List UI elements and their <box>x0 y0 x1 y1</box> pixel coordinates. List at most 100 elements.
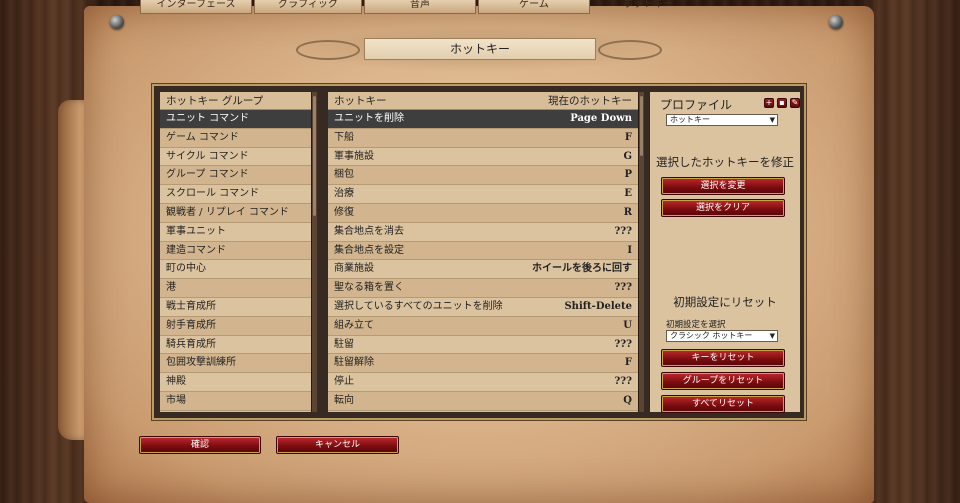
list-item-label: 町の中心 <box>166 263 206 275</box>
copy-profile-icon[interactable]: ▪ <box>777 98 787 108</box>
list-item-hotkey: ホイールを後ろに回す <box>532 263 632 275</box>
edit-profile-icon[interactable]: ✎ <box>790 98 800 108</box>
group-rows: ユニット コマンドゲーム コマンドサイクル コマンド グループ コマンド スクロール… <box>160 110 311 411</box>
list-item[interactable]: 町の中心 <box>160 260 311 280</box>
list-item-label: サイクル コマンド <box>166 150 249 162</box>
hotkey-group-list: ホットキー グループ ユニット コマンド ゲーム コマンド サイクル コマンド グルー… <box>160 92 311 412</box>
list-item-label: 停止 <box>334 376 354 388</box>
list-item-label: 軍事ユニット <box>166 225 226 237</box>
list-item[interactable]: 射手育成所 <box>160 316 311 336</box>
list-item-label: 下船 <box>334 131 354 143</box>
list-item[interactable]: 選択しているすべてのユニットを削除 Shift-Delete <box>328 297 638 317</box>
tab-game[interactable]: ゲーム <box>478 0 590 14</box>
reset-heading: 初期設定にリセット <box>673 295 777 309</box>
profile-select[interactable]: ホットキー ▼ <box>666 114 778 126</box>
list-item-label: 集合地点を消去 <box>334 225 404 237</box>
reset-key-button[interactable]: キーをリセット <box>661 349 785 367</box>
current-hotkey-header-label: 現在のホットキー <box>548 95 632 107</box>
list-item-label: 集合地点を設定 <box>334 244 404 256</box>
default-select-value: クラシック ホットキー <box>670 331 753 340</box>
rivet-icon <box>110 15 124 29</box>
list-item-label: 港 <box>166 282 176 294</box>
list-item[interactable]: 集合地点を消去??? <box>328 222 638 242</box>
tab-hotkeys[interactable]: ホットキー <box>592 0 704 14</box>
list-item-label: グループ コマンド <box>166 169 249 181</box>
default-select[interactable]: クラシック ホットキー ▼ <box>666 330 778 342</box>
list-item[interactable]: 修復 R <box>328 203 638 223</box>
list-item-label: 市場 <box>166 394 186 406</box>
hotkey-list-header: ホットキー 現在のホットキー <box>328 92 638 110</box>
list-item-label: 選択しているすべてのユニットを削除 <box>334 300 503 312</box>
confirm-button[interactable]: 確認 <box>139 436 261 454</box>
list-item[interactable]: 観戦者 / リプレイ コマンド <box>160 203 311 223</box>
list-item-label: 神殿 <box>166 376 186 388</box>
tab-audio[interactable]: 音声 <box>364 0 476 14</box>
list-item-label: 梱包 <box>334 169 354 181</box>
list-item-hotkey: F <box>624 131 632 143</box>
list-item[interactable]: 駐留解除 F <box>328 354 638 374</box>
group-scrollbar[interactable] <box>311 92 317 412</box>
list-item[interactable]: 戦士育成所 <box>160 297 311 317</box>
tab-interface[interactable]: インターフェース <box>140 0 252 14</box>
hotkey-scroll-thumb[interactable] <box>640 96 643 156</box>
list-item-label: スクロール コマンド <box>166 188 260 200</box>
add-profile-icon[interactable]: + <box>764 98 774 108</box>
list-item-hotkey: F <box>624 357 632 369</box>
list-item[interactable]: ユニットを削除 Page Down <box>328 110 638 129</box>
list-item[interactable]: サイクル コマンド <box>160 147 311 167</box>
hotkey-panel: ホットキー グループ ユニット コマンド ゲーム コマンド サイクル コマンド グルー… <box>151 83 807 421</box>
modify-heading: 選択したホットキーを修正 <box>656 155 794 169</box>
list-item[interactable]: 建造コマンド <box>160 241 311 261</box>
list-item-hotkey: ??? <box>614 282 632 294</box>
list-item[interactable]: 騎兵育成所 <box>160 335 311 355</box>
list-item-hotkey: R <box>623 206 632 218</box>
list-item-hotkey: Q <box>623 394 632 406</box>
clear-selection-button[interactable]: 選択をクリア <box>661 199 785 217</box>
change-selection-button[interactable]: 選択を変更 <box>661 177 785 195</box>
list-item[interactable]: 転向 Q <box>328 391 638 411</box>
hotkey-options-pane: プロファイル + ▪ ✎ ホットキー ▼ 選択したホットキーを修正 選択を変更 … <box>650 92 800 413</box>
list-item-hotkey: ??? <box>614 376 632 388</box>
rivet-icon <box>829 15 843 29</box>
list-item[interactable]: ゲーム コマンド <box>160 128 311 148</box>
hotkey-rows: ユニットを削除 Page Down 下船 F 軍事施設 G 梱包 P 治療 E 修復 R 集合地点を消去… <box>328 110 638 411</box>
chevron-down-icon: ▼ <box>769 332 775 340</box>
list-item-hotkey: U <box>623 319 632 331</box>
list-item[interactable]: 集合地点を設定 I <box>328 241 638 261</box>
list-item[interactable]: グループ コマンド <box>160 166 311 186</box>
list-item-label: 駐留 <box>334 338 354 350</box>
list-item[interactable]: スクロール コマンド <box>160 185 311 204</box>
list-item[interactable]: 停止??? <box>328 373 638 392</box>
group-scroll-thumb[interactable] <box>313 96 316 216</box>
reset-group-button[interactable]: グループをリセット <box>661 372 785 390</box>
list-item[interactable]: 港 <box>160 279 311 298</box>
settings-tabs: インターフェース グラフィック 音声 ゲーム ホットキー <box>140 0 706 14</box>
list-item[interactable]: 下船 F <box>328 128 638 148</box>
default-select-label: 初期設定を選択 <box>666 320 726 330</box>
list-item[interactable]: 治療 E <box>328 185 638 204</box>
list-item-label: 治療 <box>334 188 354 200</box>
list-item[interactable]: 組み立て U <box>328 316 638 336</box>
list-item[interactable]: 駐留??? <box>328 335 638 355</box>
list-item[interactable]: 軍事ユニット <box>160 222 311 242</box>
list-item[interactable]: 神殿 <box>160 373 311 392</box>
reset-all-button[interactable]: すべてリセット <box>661 395 785 413</box>
list-item-hotkey: P <box>624 169 632 181</box>
list-item[interactable]: 軍事施設 G <box>328 147 638 167</box>
chevron-down-icon: ▼ <box>769 116 775 124</box>
list-item-label: ユニット コマンド <box>166 113 250 124</box>
tab-graphics[interactable]: グラフィック <box>254 0 362 14</box>
list-item[interactable]: 商業施設 ホイールを後ろに回す <box>328 260 638 280</box>
list-item-label: 戦士育成所 <box>166 300 216 312</box>
list-item-hotkey: E <box>624 188 632 200</box>
list-item-label: 観戦者 / リプレイ コマンド <box>166 206 289 218</box>
list-item[interactable]: 市場 <box>160 391 311 411</box>
cancel-button[interactable]: キャンセル <box>276 436 399 454</box>
hotkey-scrollbar[interactable] <box>638 92 644 412</box>
hotkey-list: ホットキー 現在のホットキー ユニットを削除 Page Down 下船 F 軍事施設 G 梱… <box>328 92 638 412</box>
list-item[interactable]: 梱包 P <box>328 166 638 186</box>
list-item[interactable]: 聖なる箱を置く??? <box>328 279 638 298</box>
list-item[interactable]: 包囲攻撃訓練所 <box>160 354 311 374</box>
list-item[interactable]: ユニット コマンド <box>160 110 311 129</box>
list-item-label: 射手育成所 <box>166 319 216 331</box>
